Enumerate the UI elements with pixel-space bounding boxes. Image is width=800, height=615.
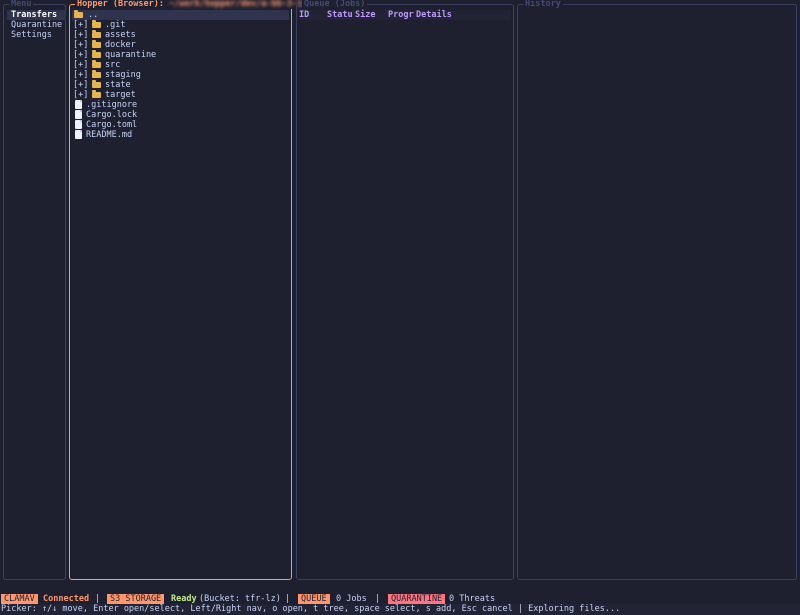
file-row-dir[interactable]: [+] .git [72, 20, 289, 30]
queue-count: 0 Jobs [336, 594, 367, 604]
file-name: .gitignore [86, 100, 138, 110]
expand-toggle[interactable]: [+] [73, 80, 88, 90]
queue-badge: QUEUE [298, 594, 330, 604]
file-name: quarantine [105, 50, 157, 60]
expand-toggle[interactable]: [+] [73, 60, 88, 70]
file-icon [75, 110, 82, 119]
hopper-browser-panel: Hopper (Browser): ~/work/hopper/dev/a-bb… [69, 0, 310, 580]
file-icon [75, 130, 82, 139]
history-panel-title: History [523, 0, 563, 9]
file-row-dir[interactable]: [+] state [72, 80, 289, 90]
menu-panel: Menu Transfers Quarantine Settings [3, 0, 66, 580]
hopper-current-path: ~/work/hopper/dev/a-bb-3-1a [169, 0, 308, 9]
file-row-file[interactable]: Cargo.toml [72, 120, 289, 130]
folder-icon [92, 90, 101, 98]
status-separator: | [375, 594, 381, 604]
menu-item-transfers[interactable]: Transfers [7, 10, 66, 20]
file-row-file[interactable]: README.md [72, 130, 289, 140]
folder-icon [92, 70, 101, 78]
s3-storage-badge: S3 STORAGE [107, 594, 165, 604]
history-panel: History [517, 0, 797, 580]
file-name: .. [88, 10, 99, 20]
file-row-dir[interactable]: [+] quarantine [72, 50, 289, 60]
file-name: state [105, 80, 131, 90]
keybinding-help-bar: Picker: ↑/↓ move, Enter open/select, Lef… [0, 604, 800, 615]
queue-panel: Queue (Jobs) ID Statu Size Progr Details [296, 0, 514, 580]
hopper-title-label: Hopper (Browser): [77, 0, 164, 9]
clamav-status: Connected [43, 594, 90, 604]
file-name: src [105, 60, 121, 70]
folder-icon [92, 40, 101, 48]
menu-item-settings[interactable]: Settings [7, 30, 66, 40]
file-row-file[interactable]: Cargo.lock [72, 110, 289, 120]
menu-panel-title: Menu [9, 0, 34, 9]
column-header-id[interactable]: ID [299, 10, 309, 20]
folder-icon [92, 20, 101, 28]
folder-icon [92, 60, 101, 68]
clamav-badge: CLAMAV [1, 594, 38, 604]
file-icon [75, 100, 82, 109]
file-name: target [105, 90, 136, 100]
column-header-details[interactable]: Details [416, 10, 452, 20]
status-separator: | [285, 594, 291, 604]
s3-status: Ready [171, 594, 197, 604]
file-name: README.md [86, 130, 133, 140]
file-name: Cargo.toml [86, 120, 138, 130]
file-row-parent[interactable]: .. [72, 10, 289, 20]
column-header-size[interactable]: Size [355, 10, 375, 20]
hopper-panel-title: Hopper (Browser): ~/work/hopper/dev/a-bb… [75, 0, 310, 9]
file-row-dir[interactable]: [+] docker [72, 40, 289, 50]
file-name: .git [105, 20, 126, 30]
expand-toggle[interactable]: [+] [73, 30, 88, 40]
s3-bucket: (Bucket: tfr-lz) [199, 594, 281, 604]
expand-toggle[interactable]: [+] [73, 90, 88, 100]
expand-toggle[interactable]: [+] [73, 70, 88, 80]
file-row-dir[interactable]: [+] src [72, 60, 289, 70]
file-name: assets [105, 30, 136, 40]
menu-item-quarantine[interactable]: Quarantine [7, 20, 66, 30]
expand-toggle[interactable]: [+] [73, 40, 88, 50]
column-header-progress[interactable]: Progr [388, 10, 414, 20]
expand-toggle[interactable]: [+] [73, 50, 88, 60]
status-bar: CLAMAV Connected | S3 STORAGE Ready (Buc… [0, 594, 800, 604]
quarantine-badge: QUARANTINE [388, 594, 446, 604]
file-row-file[interactable]: .gitignore [72, 100, 289, 110]
column-header-status[interactable]: Statu [327, 10, 353, 20]
quarantine-count: 0 Threats [449, 594, 496, 604]
file-row-dir[interactable]: [+] staging [72, 70, 289, 80]
file-name: Cargo.lock [86, 110, 138, 120]
queue-panel-title: Queue (Jobs) [302, 0, 368, 9]
folder-icon [92, 50, 101, 58]
file-icon [75, 120, 82, 129]
folder-icon [74, 10, 83, 18]
status-separator: | [95, 594, 101, 604]
file-name: staging [105, 70, 141, 80]
file-name: docker [105, 40, 136, 50]
file-row-dir[interactable]: [+] target [72, 90, 289, 100]
folder-icon [92, 80, 101, 88]
file-row-dir[interactable]: [+] assets [72, 30, 289, 40]
expand-toggle[interactable]: [+] [73, 20, 88, 30]
folder-icon [92, 30, 101, 38]
